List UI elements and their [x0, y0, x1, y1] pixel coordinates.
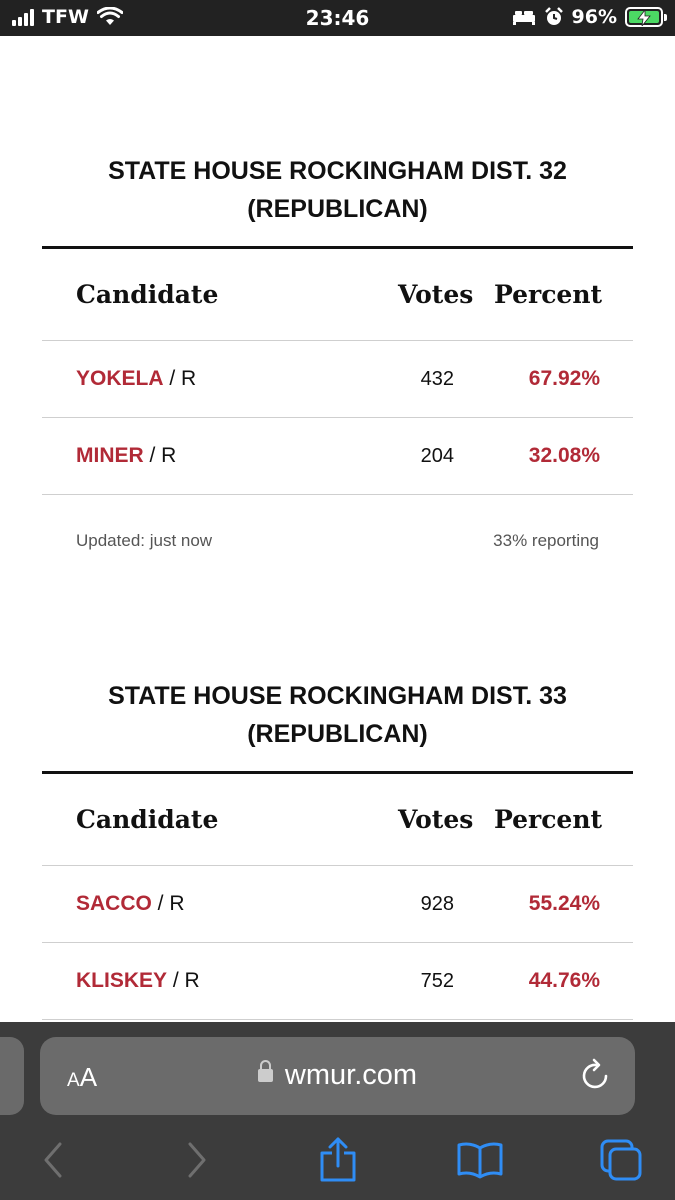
- candidate-row: SACCO / R 928 55.24%: [42, 866, 633, 943]
- candidate-party: / R: [143, 444, 177, 467]
- candidate-votes: 928: [420, 892, 454, 915]
- candidate-votes: 752: [420, 969, 454, 992]
- results-header-row: Candidate Votes Percent: [42, 774, 633, 866]
- race-title-line1: STATE HOUSE ROCKINGHAM DIST. 33: [108, 682, 567, 710]
- race-card-dist-33: STATE HOUSE ROCKINGHAM DIST. 33 (REPUBLI…: [42, 677, 633, 1020]
- candidate-row: MINER / R 204 32.08%: [42, 418, 633, 495]
- candidate-name: KLISKEY: [76, 969, 168, 992]
- candidate-name: YOKELA: [76, 367, 164, 390]
- battery-percentage: 96%: [571, 6, 617, 28]
- percent-column-header: Percent: [494, 805, 603, 834]
- votes-column-header: Votes: [398, 280, 474, 309]
- percent-column-header: Percent: [494, 280, 603, 309]
- sleep-bed-icon: [512, 11, 535, 25]
- race-title: STATE HOUSE ROCKINGHAM DIST. 33 (REPUBLI…: [42, 677, 633, 753]
- share-icon[interactable]: [318, 1136, 358, 1182]
- candidate-column-header: Candidate: [76, 805, 219, 834]
- race-title: STATE HOUSE ROCKINGHAM DIST. 32 (REPUBLI…: [42, 152, 633, 228]
- votes-column-header: Votes: [398, 805, 474, 834]
- status-bar: TFW 23:46 96%: [0, 0, 675, 36]
- alarm-icon: [544, 7, 563, 25]
- previous-tab-peek[interactable]: [0, 1037, 24, 1115]
- candidate-row: YOKELA / R 432 67.92%: [42, 341, 633, 418]
- candidate-name: MINER: [76, 444, 144, 467]
- race-title-line2: (REPUBLICAN): [247, 195, 428, 223]
- race-card-dist-32: STATE HOUSE ROCKINGHAM DIST. 32 (REPUBLI…: [42, 152, 633, 587]
- domain-text: wmur.com: [284, 1059, 418, 1091]
- tabs-icon[interactable]: [599, 1138, 643, 1182]
- browser-toolbar: [0, 1132, 675, 1192]
- candidate-percent: 55.24%: [528, 892, 600, 915]
- back-icon[interactable]: [40, 1140, 66, 1180]
- address-bar[interactable]: AA wmur.com: [40, 1037, 635, 1115]
- bookmarks-icon[interactable]: [456, 1140, 504, 1180]
- results-header-row: Candidate Votes Percent: [42, 249, 633, 341]
- race-footer: Updated: just now 33% reporting: [42, 495, 633, 587]
- candidate-name: SACCO: [76, 892, 152, 915]
- candidate-percent: 32.08%: [528, 444, 600, 467]
- candidate-votes: 204: [420, 444, 454, 467]
- candidate-percent: 44.76%: [528, 969, 600, 992]
- candidate-column-header: Candidate: [76, 280, 219, 309]
- candidate-percent: 67.92%: [528, 367, 600, 390]
- candidate-party: / R: [151, 892, 185, 915]
- candidate-party: / R: [167, 969, 200, 992]
- forward-icon[interactable]: [184, 1140, 210, 1180]
- race-title-line1: STATE HOUSE ROCKINGHAM DIST. 32: [108, 157, 567, 185]
- updated-timestamp: Updated: just now: [76, 531, 213, 550]
- reload-icon[interactable]: [581, 1057, 611, 1091]
- url-display[interactable]: wmur.com: [40, 1059, 635, 1092]
- battery-charging-icon: [625, 7, 667, 27]
- candidate-party: / R: [163, 367, 197, 390]
- candidate-row: KLISKEY / R 752 44.76%: [42, 943, 633, 1020]
- reporting-status: 33% reporting: [493, 531, 599, 550]
- lock-icon: [257, 1060, 273, 1082]
- candidate-votes: 432: [420, 367, 454, 390]
- race-title-line2: (REPUBLICAN): [247, 720, 428, 748]
- browser-bottom-bar: AA wmur.com: [0, 1022, 675, 1200]
